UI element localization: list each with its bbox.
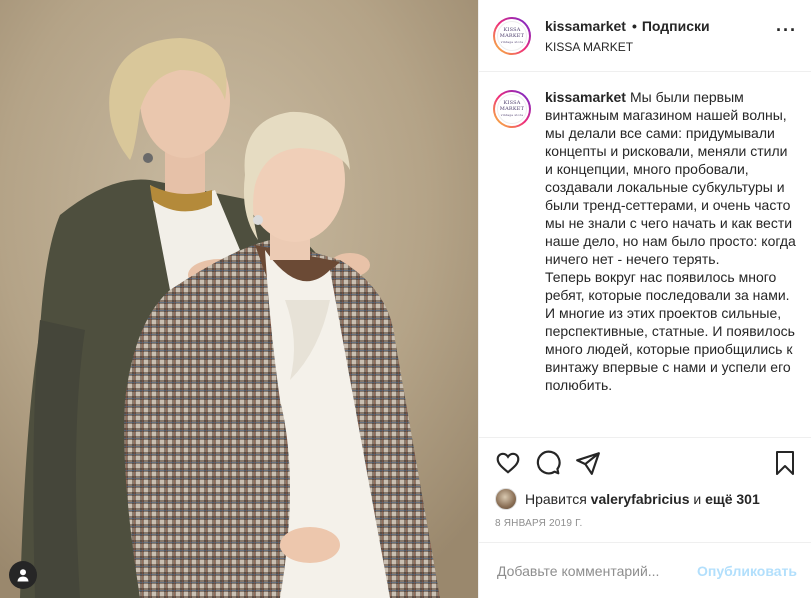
caption-paragraph-1: kissamarket Мы были первым винтажным мага… <box>545 88 797 268</box>
caption-username[interactable]: kissamarket <box>545 89 626 105</box>
kissa-market-logo: KISSA MARKET vintage store <box>497 20 527 51</box>
post-caption: KISSA MARKET vintage store kissamarket Мы… <box>493 88 797 394</box>
caption-text: kissamarket Мы были первым винтажным мага… <box>545 88 797 394</box>
caption-body-1: Мы были первым винтажным магазином нашей… <box>545 89 796 267</box>
comment-icon[interactable] <box>535 450 561 476</box>
avatar-inner: KISSA MARKET vintage store <box>495 92 529 126</box>
user-tag-button[interactable] <box>9 561 37 589</box>
liker-avatar[interactable] <box>495 488 517 510</box>
header-text: kissamarket • Подписки KISSA MARKET <box>545 18 710 54</box>
action-bar <box>479 438 811 488</box>
post-location[interactable]: KISSA MARKET <box>545 40 710 54</box>
more-options-button[interactable]: ··· <box>776 20 797 41</box>
user-tag-icon <box>17 569 29 582</box>
liker-username[interactable]: valeryfabricius <box>591 491 690 507</box>
likes-count-link[interactable]: ещё 301 <box>705 491 760 507</box>
post-sidebar: KISSA MARKET vintage store kissamarket •… <box>478 0 811 598</box>
comment-form: Опубликовать <box>479 542 811 598</box>
share-icon[interactable] <box>575 450 601 476</box>
post-date[interactable]: 8 ЯНВАРЯ 2019 Г. <box>479 510 811 538</box>
likes-prefix: Нравится <box>525 491 587 507</box>
header-separator: • <box>631 17 637 34</box>
caption-avatar[interactable]: KISSA MARKET vintage store <box>493 90 531 128</box>
author-avatar[interactable]: KISSA MARKET vintage store <box>493 16 531 55</box>
likes-row: Нравится valeryfabricius и ещё 301 <box>479 488 811 510</box>
avatar-inner: KISSA MARKET vintage store <box>495 18 529 53</box>
post-photo[interactable] <box>0 0 478 598</box>
logo-line-3: vintage store <box>500 113 524 117</box>
kissa-market-logo: KISSA MARKET vintage store <box>497 94 527 124</box>
comments-area[interactable]: KISSA MARKET vintage store kissamarket Мы… <box>479 72 811 438</box>
heart-icon[interactable] <box>495 450 521 476</box>
post-header: KISSA MARKET vintage store kissamarket •… <box>479 0 811 72</box>
comment-input[interactable] <box>495 561 698 580</box>
logo-line-3: vintage store <box>500 39 524 44</box>
instagram-post: KISSA MARKET vintage store kissamarket •… <box>0 0 811 598</box>
header-row: kissamarket • Подписки <box>545 18 710 34</box>
photo-illustration <box>0 0 478 598</box>
following-button[interactable]: Подписки <box>642 18 710 34</box>
publish-button[interactable]: Опубликовать <box>697 563 797 579</box>
author-username[interactable]: kissamarket <box>545 18 626 34</box>
caption-paragraph-2: Теперь вокруг нас появилось много ребят,… <box>545 269 795 393</box>
likes-conjunction: и <box>693 491 702 507</box>
bookmark-icon[interactable] <box>773 450 797 476</box>
